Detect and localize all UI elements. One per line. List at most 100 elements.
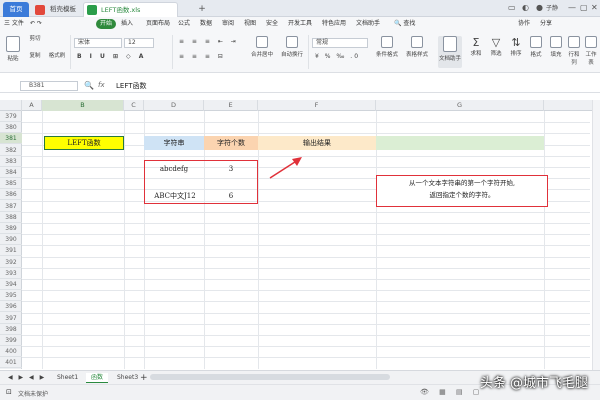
conditional-format-button[interactable]: 条件格式 xyxy=(374,36,400,58)
row-header[interactable]: 395 xyxy=(0,290,22,302)
minimize-icon[interactable]: — xyxy=(568,3,576,12)
row-header[interactable]: 393 xyxy=(0,268,22,279)
menu-view[interactable]: 视图 xyxy=(244,19,256,29)
horizontal-scrollbar[interactable] xyxy=(150,374,390,380)
menu-formulas[interactable]: 公式 xyxy=(178,19,190,29)
row-header[interactable]: 381 xyxy=(0,133,22,145)
worksheet-button[interactable]: 工作表 xyxy=(584,36,598,66)
table-style-button[interactable]: 表格样式 xyxy=(404,36,430,58)
row-header[interactable]: 385 xyxy=(0,178,22,190)
formula-input[interactable]: LEFT函数 xyxy=(116,81,147,91)
row-header[interactable]: 380 xyxy=(0,122,22,134)
add-sheet-icon[interactable]: + xyxy=(140,373,148,383)
header-extra-cell[interactable] xyxy=(376,136,544,150)
maximize-icon[interactable]: ▢ xyxy=(580,3,588,12)
menu-data[interactable]: 数据 xyxy=(200,19,212,29)
row-header[interactable]: 394 xyxy=(0,279,22,290)
row-header[interactable]: 398 xyxy=(0,324,22,335)
row-header[interactable]: 391 xyxy=(0,245,22,257)
row-header[interactable]: 388 xyxy=(0,212,22,223)
row-header[interactable]: 382 xyxy=(0,145,22,156)
sheet-tab-active[interactable]: 函数 xyxy=(86,373,109,383)
sort-button[interactable]: ⇅ 排序 xyxy=(508,36,524,57)
row-header[interactable]: 397 xyxy=(0,313,22,324)
align-buttons[interactable]: ≡ ≡ ≡ ⇤ ⇥ xyxy=(176,38,242,48)
sheet-nav-arrows[interactable]: ◀ ▶ ◀ ▶ xyxy=(8,373,46,383)
sheet-tab[interactable]: Sheet1 xyxy=(52,373,83,383)
count-value-1[interactable]: 3 xyxy=(204,162,258,176)
menu-search[interactable]: 🔍 查找 xyxy=(394,19,415,29)
avatar[interactable]: ● xyxy=(536,3,543,12)
view-mode-icons[interactable]: 👁 ▦ ▤ ▢ xyxy=(420,388,483,396)
layout-icon[interactable]: ▭ xyxy=(508,3,516,12)
select-all-corner[interactable] xyxy=(0,100,22,111)
copy-button[interactable]: 复制 xyxy=(26,51,44,59)
sheet-tab[interactable]: Sheet3 xyxy=(112,373,143,383)
filter-button[interactable]: ▽ 筛选 xyxy=(488,36,504,57)
count-value-2[interactable]: 6 xyxy=(204,189,258,203)
doc-helper-button[interactable]: 文档助手 xyxy=(438,36,462,68)
skin-icon[interactable]: ◐ xyxy=(522,3,529,12)
row-header[interactable]: 399 xyxy=(0,335,22,346)
tab-workbook[interactable]: LEFT函数.xls xyxy=(83,2,178,17)
menu-special[interactable]: 特色应用 xyxy=(322,19,346,29)
column-header[interactable]: B xyxy=(42,100,124,111)
row-header[interactable]: 390 xyxy=(0,234,22,246)
close-icon[interactable]: ✕ xyxy=(591,3,598,12)
cut-button[interactable]: 剪切 xyxy=(26,34,44,42)
row-header[interactable]: 387 xyxy=(0,201,22,212)
column-header[interactable]: D xyxy=(144,100,204,111)
merge-center-button[interactable]: 合并居中 xyxy=(250,36,274,58)
column-header[interactable]: A xyxy=(22,100,42,111)
row-header[interactable]: 392 xyxy=(0,257,22,268)
tab-home[interactable]: 首页 xyxy=(3,2,29,17)
cell-grid[interactable]: LEFT函数 字符串 字符个数 输出结果 abcdefg 3 ABC中文J12 … xyxy=(22,111,590,369)
row-header[interactable]: 379 xyxy=(0,111,22,122)
column-header[interactable]: C xyxy=(124,100,144,111)
align-buttons-2[interactable]: ≡ ≡ ≡ ⊟ xyxy=(176,53,242,63)
row-header[interactable]: 386 xyxy=(0,189,22,201)
column-header[interactable]: G xyxy=(376,100,544,111)
name-box[interactable]: B381 xyxy=(20,81,78,91)
format-painter-button[interactable]: 格式刷 xyxy=(46,51,68,59)
menu-developer[interactable]: 开发工具 xyxy=(288,19,312,29)
macro-icon[interactable]: ⊡ xyxy=(6,388,12,396)
row-header[interactable]: 396 xyxy=(0,301,22,313)
menu-start[interactable]: 开始 xyxy=(96,19,117,29)
menu-share[interactable]: 分享 xyxy=(540,19,552,29)
menu-collab[interactable]: 协作 xyxy=(518,19,530,29)
menu-insert[interactable]: 插入 xyxy=(121,19,133,29)
menu-file[interactable]: 三 文件 xyxy=(4,19,24,29)
menu-doc-helper[interactable]: 文档助手 xyxy=(356,19,380,29)
row-header[interactable]: 400 xyxy=(0,346,22,358)
column-header[interactable]: F xyxy=(258,100,376,111)
fx-icon[interactable]: fx xyxy=(98,81,105,89)
undo-icon[interactable]: ↶ ↷ xyxy=(30,19,42,29)
row-header[interactable]: 384 xyxy=(0,167,22,178)
tab-docer-templates[interactable]: 稻壳模板 xyxy=(32,2,82,17)
menu-review[interactable]: 审阅 xyxy=(222,19,234,29)
row-header[interactable]: 389 xyxy=(0,223,22,234)
row-col-button[interactable]: 行和列 xyxy=(566,36,582,66)
paste-button[interactable]: 粘贴 xyxy=(4,36,22,62)
vertical-scrollbar[interactable] xyxy=(592,100,600,370)
sum-button[interactable]: Σ 求和 xyxy=(468,36,484,57)
column-header[interactable]: E xyxy=(204,100,258,111)
fill-button[interactable]: 填充 xyxy=(548,36,564,58)
zoom-formula-icon[interactable]: 🔍 xyxy=(84,81,94,90)
font-style-buttons[interactable]: B I U ⊞ ◇ A xyxy=(74,53,154,63)
string-value-2[interactable]: ABC中文J12 xyxy=(146,189,204,203)
number-format-select[interactable]: 常规 xyxy=(312,38,368,48)
new-tab-button[interactable]: + xyxy=(196,2,208,17)
row-header[interactable]: 383 xyxy=(0,156,22,167)
string-value-1[interactable]: abcdefg xyxy=(146,162,202,176)
number-format-buttons[interactable]: ¥ % ‰ .0 xyxy=(312,53,368,63)
wrap-text-button[interactable]: 自动换行 xyxy=(280,36,304,58)
protection-status[interactable]: 文档未保护 xyxy=(18,389,48,398)
menu-page-layout[interactable]: 页面布局 xyxy=(146,19,170,29)
format-button[interactable]: 格式 xyxy=(528,36,544,58)
row-header[interactable]: 401 xyxy=(0,357,22,369)
user-name[interactable]: 子静 xyxy=(546,3,558,12)
menu-security[interactable]: 安全 xyxy=(266,19,278,29)
font-size-select[interactable]: 12 xyxy=(124,38,154,48)
